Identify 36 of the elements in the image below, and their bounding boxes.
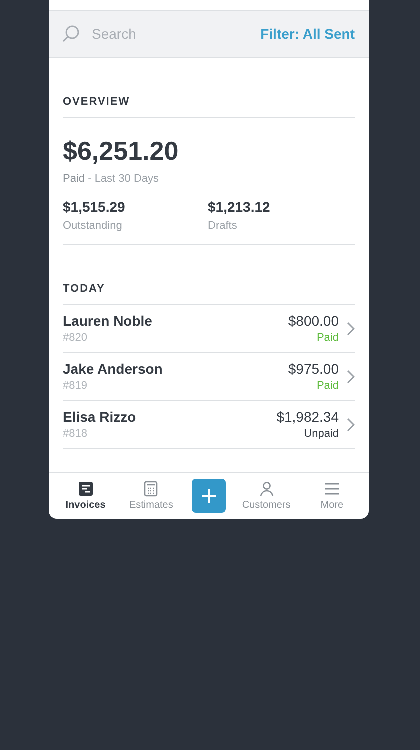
- section-heading: TODAY: [63, 283, 355, 305]
- customer-name: Lauren Noble: [63, 313, 152, 329]
- calculator-icon: [143, 481, 160, 497]
- plus-icon: [202, 489, 216, 503]
- paid-total: $6,251.20: [63, 136, 179, 167]
- invoice-amount: $800.00: [288, 313, 339, 329]
- invoice-number: #818: [63, 428, 88, 440]
- stat-label: Drafts: [208, 220, 238, 232]
- invoice-status: Paid: [316, 332, 339, 344]
- invoice-status: Unpaid: [304, 428, 339, 440]
- person-icon: [258, 481, 275, 497]
- menu-icon: [324, 481, 340, 497]
- chevron-icon: [347, 370, 355, 384]
- stat-label: Outstanding: [63, 220, 122, 232]
- stat-value: $1,213.12: [208, 199, 270, 215]
- invoice-number: #820: [63, 332, 88, 344]
- invoice-icon: [78, 481, 94, 497]
- add-button[interactable]: [192, 479, 226, 513]
- invoice-amount: $975.00: [288, 361, 339, 377]
- tab[interactable]: Invoices: [60, 481, 111, 511]
- total-label: Paid: [63, 173, 86, 185]
- invoice-row[interactable]: Elisa Rizzo #818 $1,982.34 Unpaid: [63, 401, 355, 449]
- invoice-row[interactable]: Jake Anderson #819 $975.00 Paid: [63, 353, 355, 401]
- total-period: - Last 30 Days: [88, 173, 160, 185]
- chevron-icon: [347, 418, 355, 432]
- customer-name: Jake Anderson: [63, 361, 163, 377]
- search-icon: [62, 25, 80, 43]
- invoice-row[interactable]: Lauren Noble #820 $800.00 Paid: [63, 305, 355, 353]
- chevron-icon: [347, 322, 355, 336]
- section-heading: OVERVIEW: [63, 96, 355, 118]
- invoice-amount: $1,982.34: [276, 409, 339, 425]
- customer-name: Elisa Rizzo: [63, 409, 136, 425]
- invoice-status: Paid: [316, 380, 339, 392]
- invoice-number: #819: [63, 380, 88, 392]
- stat-value: $1,515.29: [63, 199, 126, 215]
- search-field[interactable]: Search: [92, 26, 249, 42]
